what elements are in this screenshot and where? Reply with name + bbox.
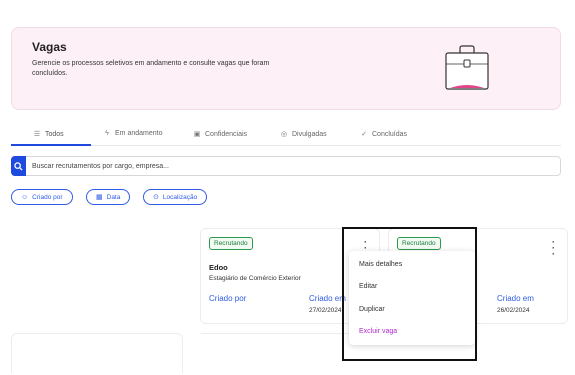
created-at-label: Criado em bbox=[309, 294, 346, 303]
tab-bar: ☰ Todos ϟ Em andamento ▣ Confidenciais ◎… bbox=[11, 126, 561, 146]
card-actions-menu: Mais detalhes Editar Duplicar Excluir va… bbox=[349, 251, 475, 345]
tab-divulgadas[interactable]: ◎ Divulgadas bbox=[280, 130, 327, 139]
filter-criado-por[interactable]: ☺ Criado por bbox=[11, 189, 73, 205]
menu-item-mais-detalhes[interactable]: Mais detalhes bbox=[359, 261, 402, 268]
filter-label: Data bbox=[106, 193, 121, 201]
globe-icon: ◎ bbox=[280, 131, 288, 138]
search-input[interactable] bbox=[32, 157, 552, 175]
kebab-menu-icon[interactable]: ··· bbox=[552, 238, 555, 259]
menu-item-editar[interactable]: Editar bbox=[359, 283, 377, 290]
briefcase-illustration bbox=[445, 45, 489, 90]
tab-label: Em andamento bbox=[115, 130, 163, 137]
status-badge: Recrutando bbox=[209, 237, 253, 250]
calendar-icon: ▦ bbox=[96, 194, 103, 201]
status-badge: Recrutando bbox=[397, 237, 441, 250]
tab-confidenciais[interactable]: ▣ Confidenciais bbox=[193, 130, 248, 139]
hero-banner: Vagas Gerencie os processos seletivos em… bbox=[11, 27, 561, 110]
filter-data[interactable]: ▦ Data bbox=[86, 189, 131, 205]
list-icon: ☰ bbox=[33, 131, 41, 138]
bolt-icon: ϟ bbox=[105, 130, 109, 137]
menu-item-duplicar[interactable]: Duplicar bbox=[359, 306, 385, 313]
search-icon bbox=[14, 161, 23, 171]
created-date: 26/02/2024 bbox=[497, 307, 530, 314]
filter-localizacao[interactable]: ⊙ Localização bbox=[143, 189, 208, 205]
created-date: 27/02/2024 bbox=[309, 307, 342, 314]
search-button[interactable] bbox=[11, 156, 26, 176]
lock-icon: ▣ bbox=[193, 131, 201, 138]
filter-label: Criado por bbox=[32, 193, 63, 201]
tab-em-andamento[interactable]: ϟ Em andamento bbox=[103, 130, 162, 137]
location-pin-icon: ⊙ bbox=[153, 194, 159, 201]
created-by-label: Criado por bbox=[209, 294, 247, 303]
tab-todos[interactable]: ☰ Todos bbox=[33, 130, 64, 139]
filter-label: Localização bbox=[162, 193, 198, 201]
tab-label: Concluídas bbox=[372, 130, 408, 138]
company-name: Edoo bbox=[209, 263, 228, 272]
tab-label: Confidenciais bbox=[205, 130, 248, 138]
job-role: Estagiário de Comércio Exterior bbox=[209, 275, 301, 282]
created-at-label: Criado em bbox=[497, 294, 534, 303]
tab-label: Todos bbox=[45, 130, 64, 138]
check-icon: ✓ bbox=[361, 131, 367, 138]
search-bar bbox=[11, 156, 561, 176]
user-icon: ☺ bbox=[21, 193, 29, 201]
menu-item-excluir-vaga[interactable]: Excluir vaga bbox=[359, 328, 397, 335]
job-card-partial bbox=[11, 333, 183, 373]
tab-label: Divulgadas bbox=[292, 130, 327, 138]
page-description: Gerencie os processos seletivos em andam… bbox=[32, 60, 270, 77]
page-title: Vagas bbox=[32, 40, 67, 54]
active-tab-indicator bbox=[11, 144, 91, 146]
tab-concluidas[interactable]: ✓ Concluídas bbox=[360, 130, 408, 139]
job-card-partial bbox=[201, 333, 351, 373]
